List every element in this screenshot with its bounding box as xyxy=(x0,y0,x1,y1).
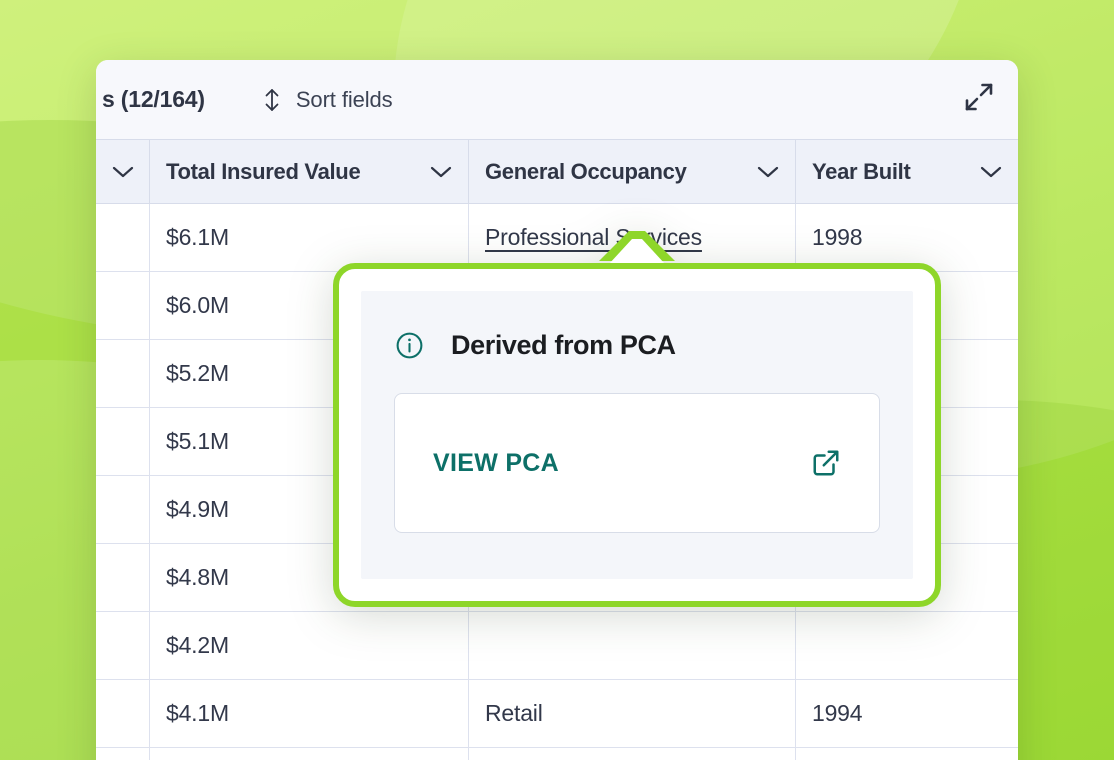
row-select-cell[interactable] xyxy=(96,544,150,611)
row-select-cell[interactable] xyxy=(96,476,150,543)
cell-total-insured-value: $4.1M xyxy=(150,680,469,747)
cell-year-built: 1998 xyxy=(812,224,863,250)
column-header-general-occupancy[interactable]: General Occupancy xyxy=(469,140,796,203)
column-header-total-insured-value[interactable]: Total Insured Value xyxy=(150,140,469,203)
chevron-down-icon xyxy=(743,165,779,179)
derived-from-pca-popover: Derived from PCA VIEW PCA xyxy=(333,231,941,607)
info-circle-icon xyxy=(394,330,425,361)
cell-total-insured-value xyxy=(150,748,469,760)
cell-general-occupancy: Retail xyxy=(469,680,796,747)
table-row[interactable] xyxy=(96,748,1018,760)
chevron-down-icon xyxy=(416,165,452,179)
row-select-cell[interactable] xyxy=(96,408,150,475)
row-select-cell[interactable] xyxy=(96,612,150,679)
view-pca-button[interactable]: VIEW PCA xyxy=(394,393,880,533)
sort-fields-label: Sort fields xyxy=(295,86,393,112)
chevron-down-icon xyxy=(112,165,134,179)
cell-year-built: 1994 xyxy=(812,700,863,726)
popover-header: Derived from PCA xyxy=(394,330,880,361)
cell-total-insured-value: $6.1M xyxy=(150,204,469,271)
cell-total-insured-value: $4.2M xyxy=(150,612,469,679)
external-link-icon xyxy=(811,448,841,478)
row-select-cell[interactable] xyxy=(96,340,150,407)
row-select-cell[interactable] xyxy=(96,680,150,747)
cell-general-occupancy xyxy=(469,748,796,760)
row-select-cell[interactable] xyxy=(96,272,150,339)
expand-diagonal-icon xyxy=(964,82,994,117)
table-header-row: Total Insured Value General Occupancy Ye… xyxy=(96,139,1018,204)
chevron-down-icon xyxy=(966,165,1002,179)
record-count-label: s (12/164) xyxy=(102,86,205,112)
popover-arrow xyxy=(599,231,675,264)
cell-general-occupancy xyxy=(469,612,796,679)
popover-body: Derived from PCA VIEW PCA xyxy=(361,291,913,579)
popover-title: Derived from PCA xyxy=(451,330,676,360)
column-header-label: Total Insured Value xyxy=(166,158,361,184)
column-header-label: Year Built xyxy=(812,158,911,184)
cell-year-built xyxy=(796,612,1018,679)
sort-vertical-icon xyxy=(261,87,283,113)
view-pca-label: VIEW PCA xyxy=(433,448,560,477)
table-row[interactable]: $6.1M Professional Services 1998 xyxy=(96,204,1018,272)
row-select-cell[interactable] xyxy=(96,748,150,760)
sort-fields-button[interactable]: Sort fields xyxy=(261,87,393,113)
column-header-label: General Occupancy xyxy=(485,158,687,184)
expand-button[interactable] xyxy=(962,83,996,117)
table-toolbar: s (12/164) Sort fields xyxy=(96,60,1018,139)
popover-card: Derived from PCA VIEW PCA xyxy=(333,263,941,607)
cell-year-built xyxy=(796,748,1018,760)
table-row[interactable]: $4.1M Retail 1994 xyxy=(96,680,1018,748)
column-header-year-built[interactable]: Year Built xyxy=(796,140,1018,203)
table-row[interactable]: $4.2M xyxy=(96,612,1018,680)
row-select-cell[interactable] xyxy=(96,204,150,271)
column-header-select[interactable] xyxy=(96,140,150,203)
